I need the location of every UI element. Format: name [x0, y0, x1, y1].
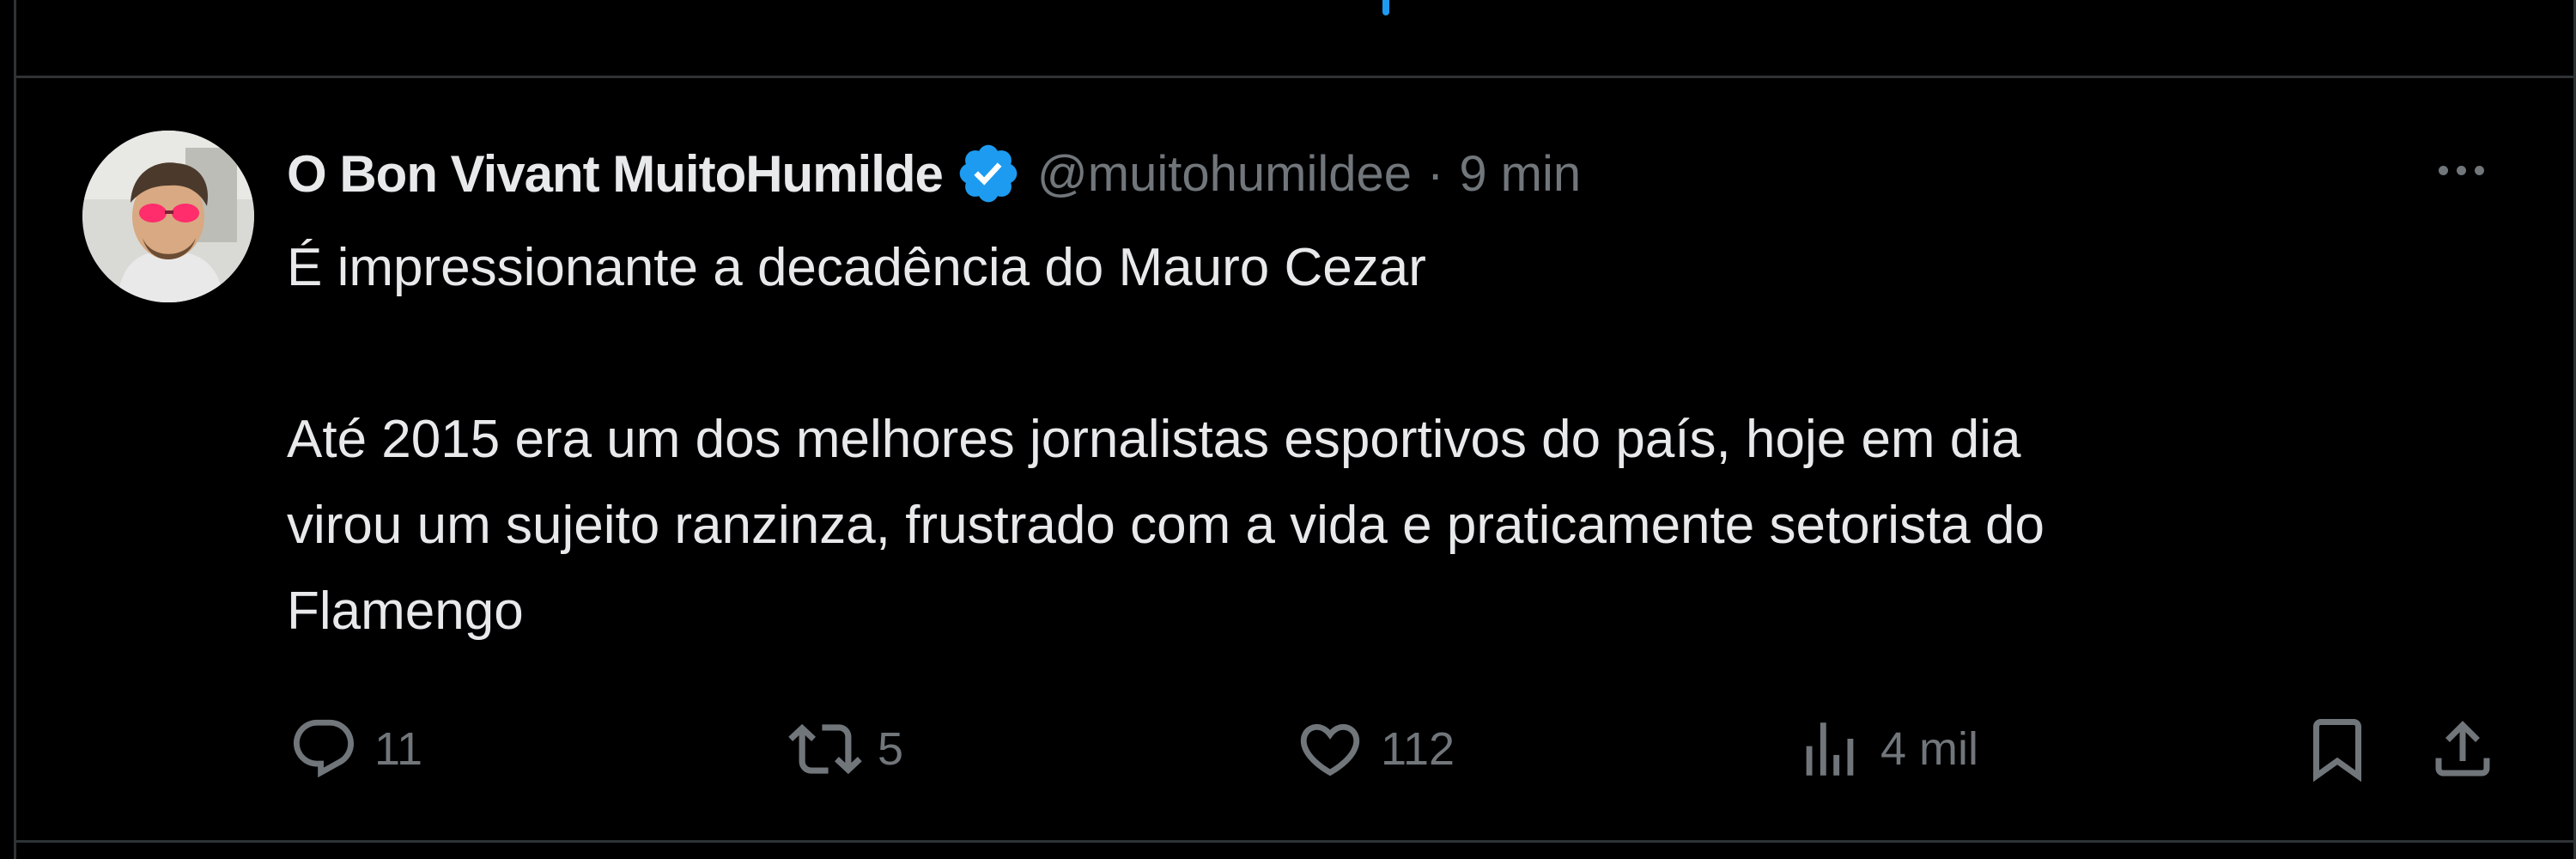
- avatar-image: [82, 131, 254, 302]
- tweet-text: É impressionante a decadência do Mauro C…: [287, 225, 2519, 655]
- retweet-icon: [788, 723, 862, 775]
- more-dots-icon: [2474, 165, 2484, 175]
- display-name[interactable]: O Bon Vivant MuitoHumilde: [287, 144, 944, 204]
- share-button[interactable]: [2427, 706, 2499, 792]
- retweet-button[interactable]: 5: [788, 706, 903, 792]
- views-chart-icon: [1806, 722, 1854, 776]
- more-dots-icon: [2438, 165, 2448, 175]
- verified-badge-icon[interactable]: [955, 140, 1022, 207]
- like-count: 112: [1381, 723, 1455, 775]
- views-count: 4 mil: [1880, 723, 1979, 775]
- top-divider: [14, 76, 2576, 78]
- heart-icon: [1300, 723, 1360, 777]
- tweet-header: O Bon Vivant MuitoHumilde @muitohumildee…: [287, 137, 1581, 210]
- views-button[interactable]: 4 mil: [1795, 706, 1978, 792]
- timestamp[interactable]: 9 min: [1459, 145, 1581, 203]
- tweet-line: Flamengo: [287, 582, 524, 641]
- tweet-line: Até 2015 era um dos melhores jornalistas…: [287, 410, 2021, 469]
- avatar[interactable]: [82, 131, 254, 302]
- tweet-line: virou um sujeito ranzinza, frustrado com…: [287, 496, 2044, 555]
- reply-count: 11: [374, 723, 423, 775]
- tweet-paragraph: É impressionante a decadência do Mauro C…: [287, 238, 1426, 297]
- bookmark-icon: [2313, 719, 2361, 783]
- action-bar: 11 5 112 4 mil: [0, 706, 2576, 792]
- more-dots-icon: [2456, 165, 2466, 175]
- tweet-card: O Bon Vivant MuitoHumilde @muitohumildee…: [0, 0, 2576, 859]
- user-handle[interactable]: @muitohumildee: [1037, 145, 1412, 203]
- bottom-divider: [14, 840, 2576, 843]
- reply-icon: [293, 719, 355, 778]
- more-options-button[interactable]: [2427, 144, 2495, 196]
- loading-indicator: [1382, 0, 1389, 15]
- share-icon: [2435, 721, 2490, 777]
- like-button[interactable]: 112: [1295, 706, 1455, 792]
- bookmark-button[interactable]: [2301, 706, 2373, 792]
- separator-dot: ·: [1426, 145, 1444, 202]
- retweet-count: 5: [878, 723, 904, 775]
- reply-button[interactable]: 11: [289, 706, 422, 792]
